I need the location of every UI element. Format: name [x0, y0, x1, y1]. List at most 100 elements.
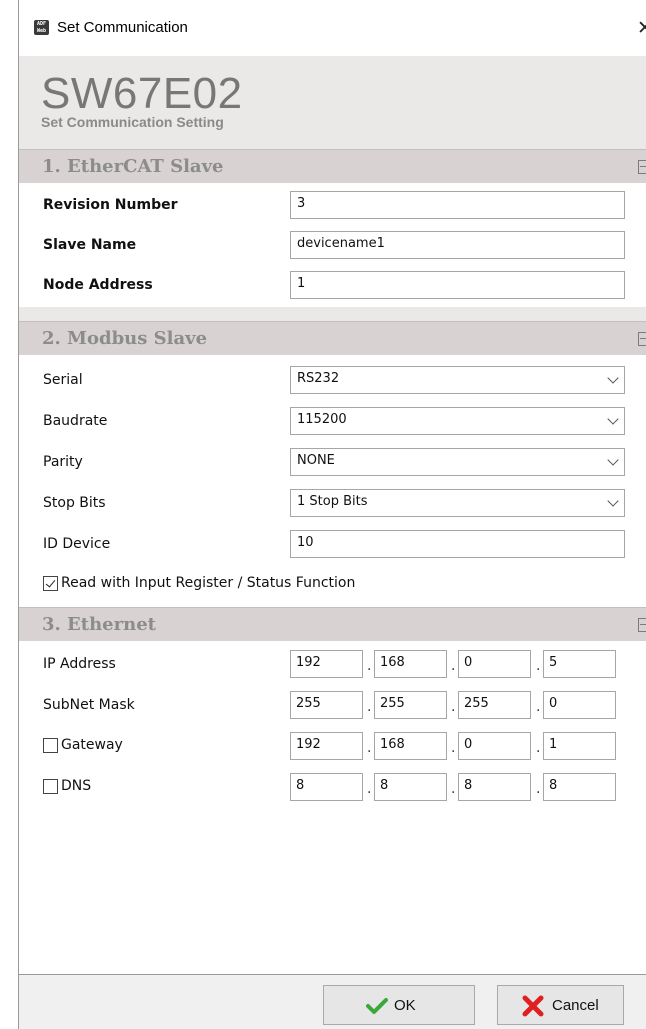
collapse-icon[interactable]: [638, 618, 646, 632]
gateway-octet-2[interactable]: 168: [374, 732, 447, 760]
cancel-x-icon: [522, 995, 544, 1017]
read-input-register-checkbox[interactable]: [43, 576, 58, 591]
octet-separator: .: [451, 740, 456, 756]
stop-bits-select[interactable]: 1 Stop Bits: [290, 489, 625, 517]
chevron-down-icon: [607, 413, 619, 425]
checkmark-icon: [366, 998, 388, 1014]
slave-name-row: Slave Name devicename1: [19, 231, 646, 259]
serial-selected-value: RS232: [297, 371, 340, 386]
gateway-row: Gateway 192 . 168 . 0 . 1: [19, 732, 646, 760]
app-logo-icon: ADF Web: [34, 20, 49, 35]
id-device-input[interactable]: 10: [290, 530, 625, 558]
ip-octet-1[interactable]: 192: [290, 650, 363, 678]
content-area: SW67E02 Set Communication Setting 1. Eth…: [19, 56, 646, 974]
serial-row: Serial RS232: [19, 366, 646, 394]
cancel-button[interactable]: Cancel: [497, 985, 624, 1025]
baudrate-label: Baudrate: [43, 413, 108, 429]
slave-name-input[interactable]: devicename1: [290, 231, 625, 259]
section-body-ethercat: Revision Number 3 Slave Name devicename1…: [19, 183, 646, 307]
section-body-ethernet: IP Address 192 . 168 . 0 . 5 SubNet Mask…: [19, 641, 646, 974]
dns-octet-3[interactable]: 8: [458, 773, 531, 801]
dns-octet-2[interactable]: 8: [374, 773, 447, 801]
gateway-octet-3[interactable]: 0: [458, 732, 531, 760]
section-header-ethernet[interactable]: 3. Ethernet: [19, 607, 646, 641]
dns-label[interactable]: DNS: [61, 778, 91, 794]
section-title: 2. Modbus Slave: [42, 328, 208, 349]
octet-separator: .: [536, 658, 541, 674]
octet-separator: .: [367, 658, 372, 674]
subnet-octet-3[interactable]: 255: [458, 691, 531, 719]
window-title: Set Communication: [57, 19, 188, 36]
octet-separator: .: [536, 740, 541, 756]
close-icon[interactable]: ✕: [637, 17, 646, 40]
stop-bits-selected-value: 1 Stop Bits: [297, 494, 368, 509]
stop-bits-row: Stop Bits 1 Stop Bits: [19, 489, 646, 517]
gateway-label[interactable]: Gateway: [61, 737, 123, 753]
gateway-octet-4[interactable]: 1: [543, 732, 616, 760]
chevron-down-icon: [607, 495, 619, 507]
section-title: 3. Ethernet: [42, 614, 156, 635]
section-header-modbus[interactable]: 2. Modbus Slave: [19, 321, 646, 355]
revision-number-input[interactable]: 3: [290, 191, 625, 219]
dns-checkbox[interactable]: [43, 779, 58, 794]
octet-separator: .: [451, 781, 456, 797]
serial-label: Serial: [43, 372, 83, 388]
octet-separator: .: [367, 781, 372, 797]
dns-row: DNS 8 . 8 . 8 . 8: [19, 773, 646, 801]
page-title: SW67E02: [41, 69, 243, 118]
section-body-modbus: Serial RS232 Baudrate 115200 Parity NONE…: [19, 355, 646, 607]
section-header-ethercat[interactable]: 1. EtherCAT Slave: [19, 149, 646, 183]
collapse-icon[interactable]: [638, 332, 646, 346]
ip-octet-4[interactable]: 5: [543, 650, 616, 678]
collapse-icon[interactable]: [638, 160, 646, 174]
baudrate-row: Baudrate 115200: [19, 407, 646, 435]
ip-octet-3[interactable]: 0: [458, 650, 531, 678]
octet-separator: .: [367, 699, 372, 715]
ip-address-row: IP Address 192 . 168 . 0 . 5: [19, 650, 646, 678]
section-title: 1. EtherCAT Slave: [42, 156, 224, 177]
title-bar: ADF Web Set Communication ✕: [19, 0, 646, 56]
ok-button-label: OK: [394, 997, 416, 1014]
serial-select[interactable]: RS232: [290, 366, 625, 394]
slave-name-label: Slave Name: [43, 237, 137, 253]
ok-button[interactable]: OK: [323, 985, 475, 1025]
id-device-label: ID Device: [43, 536, 111, 552]
read-input-register-row: Read with Input Register / Status Functi…: [19, 570, 646, 598]
ip-address-label: IP Address: [43, 656, 116, 672]
octet-separator: .: [451, 699, 456, 715]
revision-number-row: Revision Number 3: [19, 191, 646, 219]
revision-number-label: Revision Number: [43, 197, 178, 213]
dialog-footer: OK Cancel: [19, 974, 646, 1029]
chevron-down-icon: [607, 372, 619, 384]
baudrate-select[interactable]: 115200: [290, 407, 625, 435]
node-address-input[interactable]: 1: [290, 271, 625, 299]
id-device-row: ID Device 10: [19, 530, 646, 558]
octet-separator: .: [367, 740, 372, 756]
octet-separator: .: [536, 699, 541, 715]
subnet-octet-4[interactable]: 0: [543, 691, 616, 719]
octet-separator: .: [451, 658, 456, 674]
gateway-octet-1[interactable]: 192: [290, 732, 363, 760]
dns-octet-4[interactable]: 8: [543, 773, 616, 801]
subnet-octet-2[interactable]: 255: [374, 691, 447, 719]
subnet-mask-label: SubNet Mask: [43, 697, 135, 713]
parity-label: Parity: [43, 454, 83, 470]
set-communication-window: ADF Web Set Communication ✕ SW67E02 Set C…: [18, 0, 646, 1029]
page-subtitle: Set Communication Setting: [41, 114, 224, 130]
parity-select[interactable]: NONE: [290, 448, 625, 476]
dns-octet-1[interactable]: 8: [290, 773, 363, 801]
node-address-label: Node Address: [43, 277, 153, 293]
cancel-button-label: Cancel: [552, 997, 599, 1014]
ip-octet-2[interactable]: 168: [374, 650, 447, 678]
node-address-row: Node Address 1: [19, 271, 646, 299]
read-input-register-label[interactable]: Read with Input Register / Status Functi…: [61, 575, 355, 591]
baudrate-selected-value: 115200: [297, 412, 347, 427]
octet-separator: .: [536, 781, 541, 797]
subnet-octet-1[interactable]: 255: [290, 691, 363, 719]
parity-selected-value: NONE: [297, 453, 335, 468]
chevron-down-icon: [607, 454, 619, 466]
subnet-mask-row: SubNet Mask 255 . 255 . 255 . 0: [19, 691, 646, 719]
gateway-checkbox[interactable]: [43, 738, 58, 753]
stop-bits-label: Stop Bits: [43, 495, 106, 511]
parity-row: Parity NONE: [19, 448, 646, 476]
